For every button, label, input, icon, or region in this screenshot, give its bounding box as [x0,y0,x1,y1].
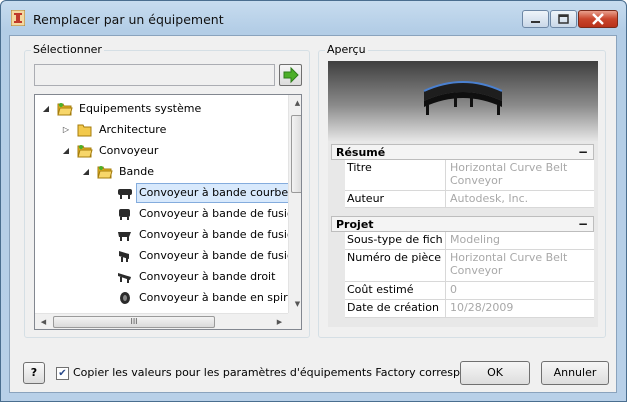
horizontal-scroll-thumb[interactable]: III [53,316,215,328]
tree-node-label: Convoyeur [99,144,159,157]
property-value: 0 [445,282,590,299]
expanded-arrow-icon[interactable]: ◢ [41,99,51,119]
vertical-scroll-thumb[interactable] [291,115,301,193]
minimize-button[interactable] [522,10,549,28]
scrollbar-corner [288,313,301,329]
minimize-icon [531,21,540,23]
property-row-numero-piece: Numéro de pièce Horizontal Curve Belt Co… [345,250,594,282]
property-row-titre: Titre Horizontal Curve Belt Conveyor [345,160,594,191]
tree-node-label: Equipements système [79,102,202,115]
conveyor-icon [118,232,131,241]
window-title: Remplacer par un équipement [33,12,224,27]
property-key: Coût estimé [347,283,414,296]
summary-section-header[interactable]: Résumé − [331,144,594,160]
property-key: Numéro de pièce [347,251,442,264]
close-icon [592,13,604,25]
property-key: Auteur [347,192,385,205]
copy-values-checkbox[interactable]: ✔ [56,367,69,380]
tree-node-label: Convoyeur à bande de fusion Y [139,249,302,262]
expanded-arrow-icon[interactable]: ◢ [61,141,71,161]
property-value: Horizontal Curve Belt Conveyor [445,250,590,281]
maximize-icon [558,14,569,24]
folder-open-icon [97,166,113,179]
app-icon [11,10,25,26]
collapse-icon[interactable]: − [578,217,588,231]
tree-horizontal-scrollbar[interactable]: ◀ III ▶ [35,313,288,329]
tree-node-label: Convoyeur à bande en spirale ( [139,291,302,304]
project-section-header[interactable]: Projet − [331,216,594,232]
ok-button[interactable]: OK [460,361,530,385]
tree-node-label: Architecture [99,123,167,136]
tree-node-label: Convoyeur à bande de fusion Y [139,228,302,241]
property-key: Sous-type de fichie [347,233,443,246]
folder-open-icon [57,103,73,116]
property-row-date-creation: Date de création 10/28/2009 [345,300,594,318]
summary-title: Résumé [336,146,386,159]
dialog-client-area: Sélectionner ◢ Equipements système ▷ Arc… [9,35,617,393]
go-button[interactable] [279,64,302,86]
conveyor-icon [118,273,131,283]
tree-node-label: Convoyeur à bande courbe hor [136,183,301,203]
cancel-button[interactable]: Annuler [541,361,609,385]
folder-icon [77,124,92,137]
project-title: Projet [336,218,374,231]
folder-open-icon [77,145,93,158]
conveyor-icon [120,292,130,304]
copy-values-label[interactable]: Copier les valeurs pour les paramètres d… [73,366,504,379]
search-input[interactable] [34,64,275,86]
preview-image [328,61,598,141]
conveyor-icon [118,189,132,199]
property-value: 10/28/2009 [445,300,590,317]
help-button[interactable]: ? [23,362,45,384]
equipment-tree[interactable]: ◢ Equipements système ▷ Architecture ◢ C… [34,94,302,330]
property-value: Autodesk, Inc. [445,191,590,207]
preview-group-label: Aperçu [325,43,368,56]
collapsed-arrow-icon[interactable]: ▷ [61,120,71,140]
expanded-arrow-icon[interactable]: ◢ [81,162,91,182]
tree-vertical-scrollbar[interactable]: ▲ ▼ [288,95,301,313]
conveyor-icon [119,209,130,220]
dialog-window: Remplacer par un équipement Sélectionner… [0,0,627,402]
curved-conveyor-preview-icon [423,81,503,115]
tree-node-label: Bande [119,165,155,178]
select-group-label: Sélectionner [31,43,104,56]
property-value: Modeling [445,232,590,249]
property-row-sous-type: Sous-type de fichie Modeling [345,232,594,250]
scroll-right-icon[interactable]: ▶ [271,314,288,329]
scroll-down-icon[interactable]: ▼ [289,296,301,313]
tree-node-label: Convoyeur à bande de fusion X [139,207,302,220]
close-button[interactable] [578,10,618,28]
property-row-cout-estime: Coût estimé 0 [345,282,594,300]
collapse-icon[interactable]: − [578,145,588,159]
conveyor-icon [119,251,129,262]
tree-node-label: Convoyeur à bande droit [139,270,276,283]
property-value: Horizontal Curve Belt Conveyor [445,160,590,190]
maximize-button[interactable] [550,10,577,28]
property-key: Date de création [347,301,439,314]
arrow-right-icon [283,66,299,84]
property-row-auteur: Auteur Autodesk, Inc. [345,191,594,208]
title-bar[interactable]: Remplacer par un équipement [1,1,626,35]
scroll-up-icon[interactable]: ▲ [289,95,301,112]
scroll-left-icon[interactable]: ◀ [35,314,52,329]
property-key: Titre [347,161,372,174]
properties-panel: Résumé − Titre Horizontal Curve Belt Con… [328,141,598,327]
